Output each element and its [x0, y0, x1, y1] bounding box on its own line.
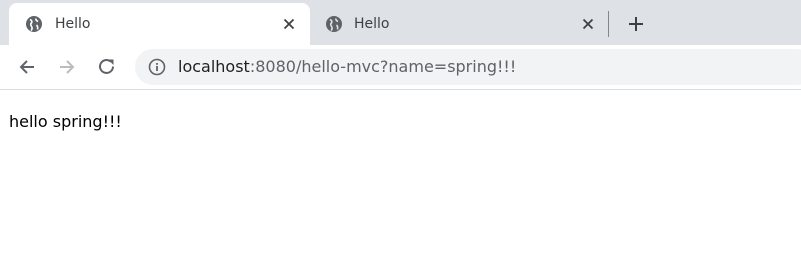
reload-button[interactable] [93, 53, 121, 81]
browser-toolbar: localhost:8080/hello-mvc?name=spring!!! [0, 45, 801, 90]
plus-icon [629, 17, 643, 31]
tab-title: Hello [55, 16, 91, 32]
close-tab-icon[interactable] [580, 16, 596, 32]
url-host: localhost [178, 57, 250, 76]
back-button[interactable] [13, 53, 41, 81]
address-bar[interactable]: localhost:8080/hello-mvc?name=spring!!! [135, 49, 801, 85]
forward-button[interactable] [53, 53, 81, 81]
info-icon[interactable] [148, 58, 166, 76]
tab-hello-inactive[interactable]: Hello [310, 3, 607, 45]
arrow-left-icon [19, 60, 34, 74]
tab-hello-active[interactable]: Hello [9, 3, 310, 45]
tab-strip: Hello Hello [0, 0, 801, 45]
tab-separator [608, 11, 609, 37]
globe-icon [325, 15, 343, 33]
url-text: localhost:8080/hello-mvc?name=spring!!! [178, 57, 516, 77]
url-path: :8080/hello-mvc?name=spring!!! [249, 57, 517, 76]
tab-title: Hello [354, 16, 390, 32]
globe-icon [25, 15, 43, 33]
reload-icon [99, 59, 114, 74]
new-tab-button[interactable] [623, 11, 649, 37]
arrow-right-icon [60, 60, 75, 74]
page-body-text: hello spring!!! [9, 112, 122, 131]
close-tab-icon[interactable] [281, 16, 297, 32]
